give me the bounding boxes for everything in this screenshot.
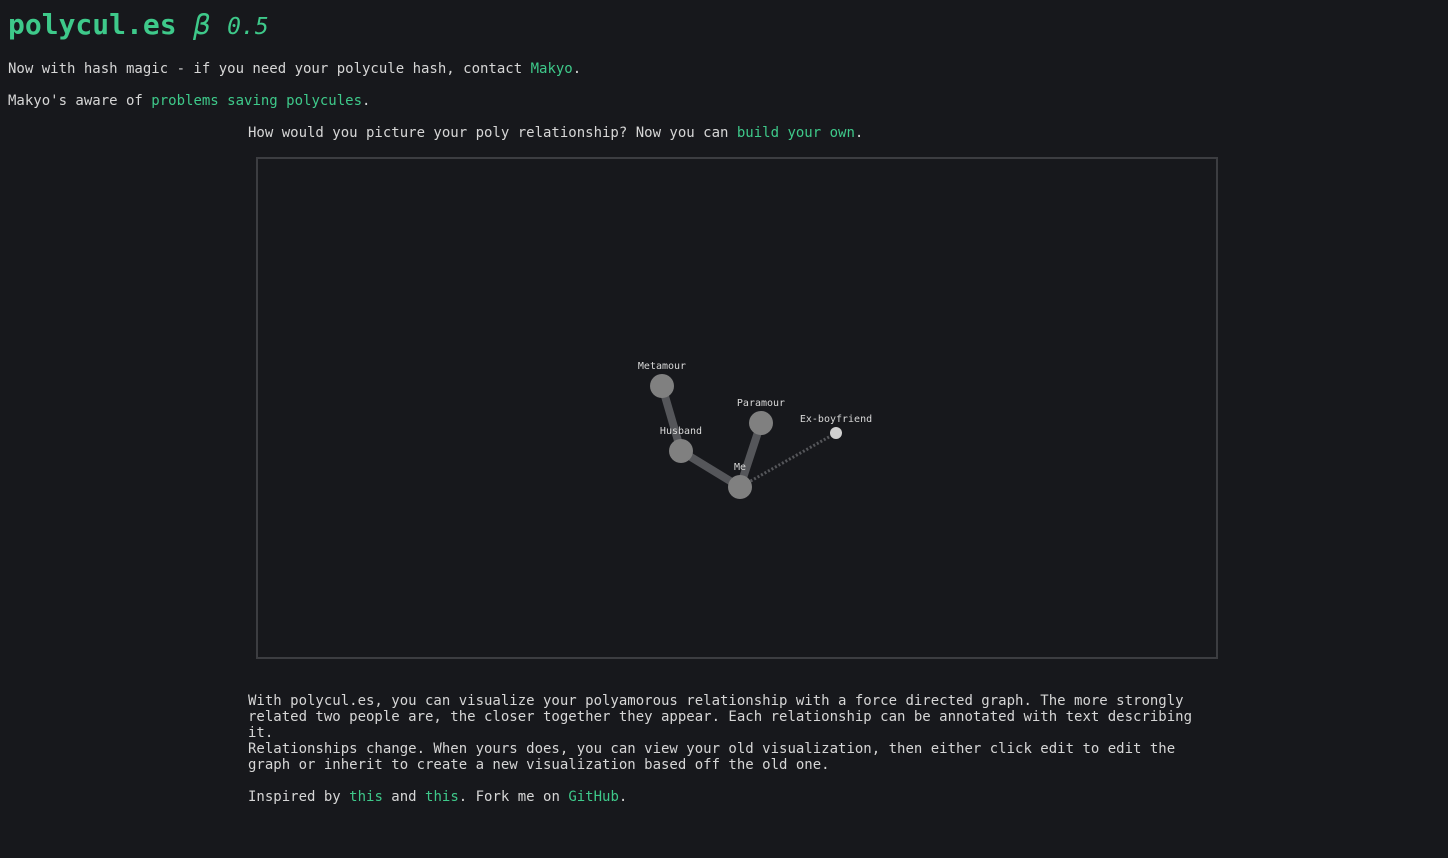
aware-notice-end: . bbox=[362, 93, 371, 109]
makyo-link[interactable]: Makyo bbox=[531, 61, 573, 77]
version-number: 0.5 bbox=[227, 14, 269, 40]
description-paragraph-2: Relationships change. When yours does, y… bbox=[248, 741, 1176, 773]
footer-end: . bbox=[618, 789, 628, 805]
hash-notice: Now with hash magic - if you need your p… bbox=[8, 61, 581, 77]
footer-credits: Inspired by this and this. Fork me on Gi… bbox=[248, 789, 627, 805]
build-your-own-link[interactable]: build your own bbox=[737, 125, 855, 141]
aware-notice: Makyo's aware of problems saving polycul… bbox=[8, 93, 370, 109]
inspired-text: Inspired by bbox=[248, 789, 350, 805]
node-exbf[interactable]: Ex-boyfriend bbox=[800, 414, 872, 439]
node-metamour[interactable]: Metamour bbox=[638, 361, 686, 398]
site-title: polycul.es β 0.5 bbox=[8, 6, 269, 46]
beta-mark: β bbox=[193, 8, 211, 41]
github-link[interactable]: GitHub bbox=[568, 789, 619, 805]
intro-end: . bbox=[854, 125, 864, 141]
node-paramour[interactable]: Paramour bbox=[737, 398, 785, 435]
node-circle-husband[interactable] bbox=[669, 439, 693, 463]
fork-text: . Fork me on bbox=[458, 789, 569, 805]
problems-link[interactable]: problems saving polycules bbox=[151, 93, 362, 109]
intro-question: How would you picture your poly relation… bbox=[248, 125, 737, 141]
node-label-exbf: Ex-boyfriend bbox=[800, 414, 872, 425]
node-label-me: Me bbox=[734, 462, 746, 473]
inspiration-link-1[interactable]: this bbox=[349, 789, 383, 805]
node-circle-paramour[interactable] bbox=[749, 411, 773, 435]
node-circle-exbf[interactable] bbox=[830, 427, 842, 439]
inspiration-link-2[interactable]: this bbox=[425, 789, 459, 805]
description-paragraph-1: With polycul.es, you can visualize your … bbox=[248, 693, 1193, 741]
node-label-husband: Husband bbox=[660, 426, 702, 437]
hash-notice-end: . bbox=[572, 61, 582, 77]
node-circle-metamour[interactable] bbox=[650, 374, 674, 398]
site-name: polycul.es bbox=[8, 8, 177, 41]
polycule-graph-canvas[interactable]: Metamour Husband Paramour Ex-boyfriend Me bbox=[256, 157, 1218, 659]
node-label-metamour: Metamour bbox=[638, 361, 686, 372]
intro-text: How would you picture your poly relation… bbox=[248, 125, 863, 141]
aware-notice-text: Makyo's aware of bbox=[8, 93, 152, 109]
node-label-paramour: Paramour bbox=[737, 398, 785, 409]
polycule-graph[interactable]: Metamour Husband Paramour Ex-boyfriend Me bbox=[258, 159, 1216, 657]
hash-notice-text: Now with hash magic - if you need your p… bbox=[8, 61, 531, 77]
node-circle-me[interactable] bbox=[728, 475, 752, 499]
and-text: and bbox=[382, 789, 426, 805]
